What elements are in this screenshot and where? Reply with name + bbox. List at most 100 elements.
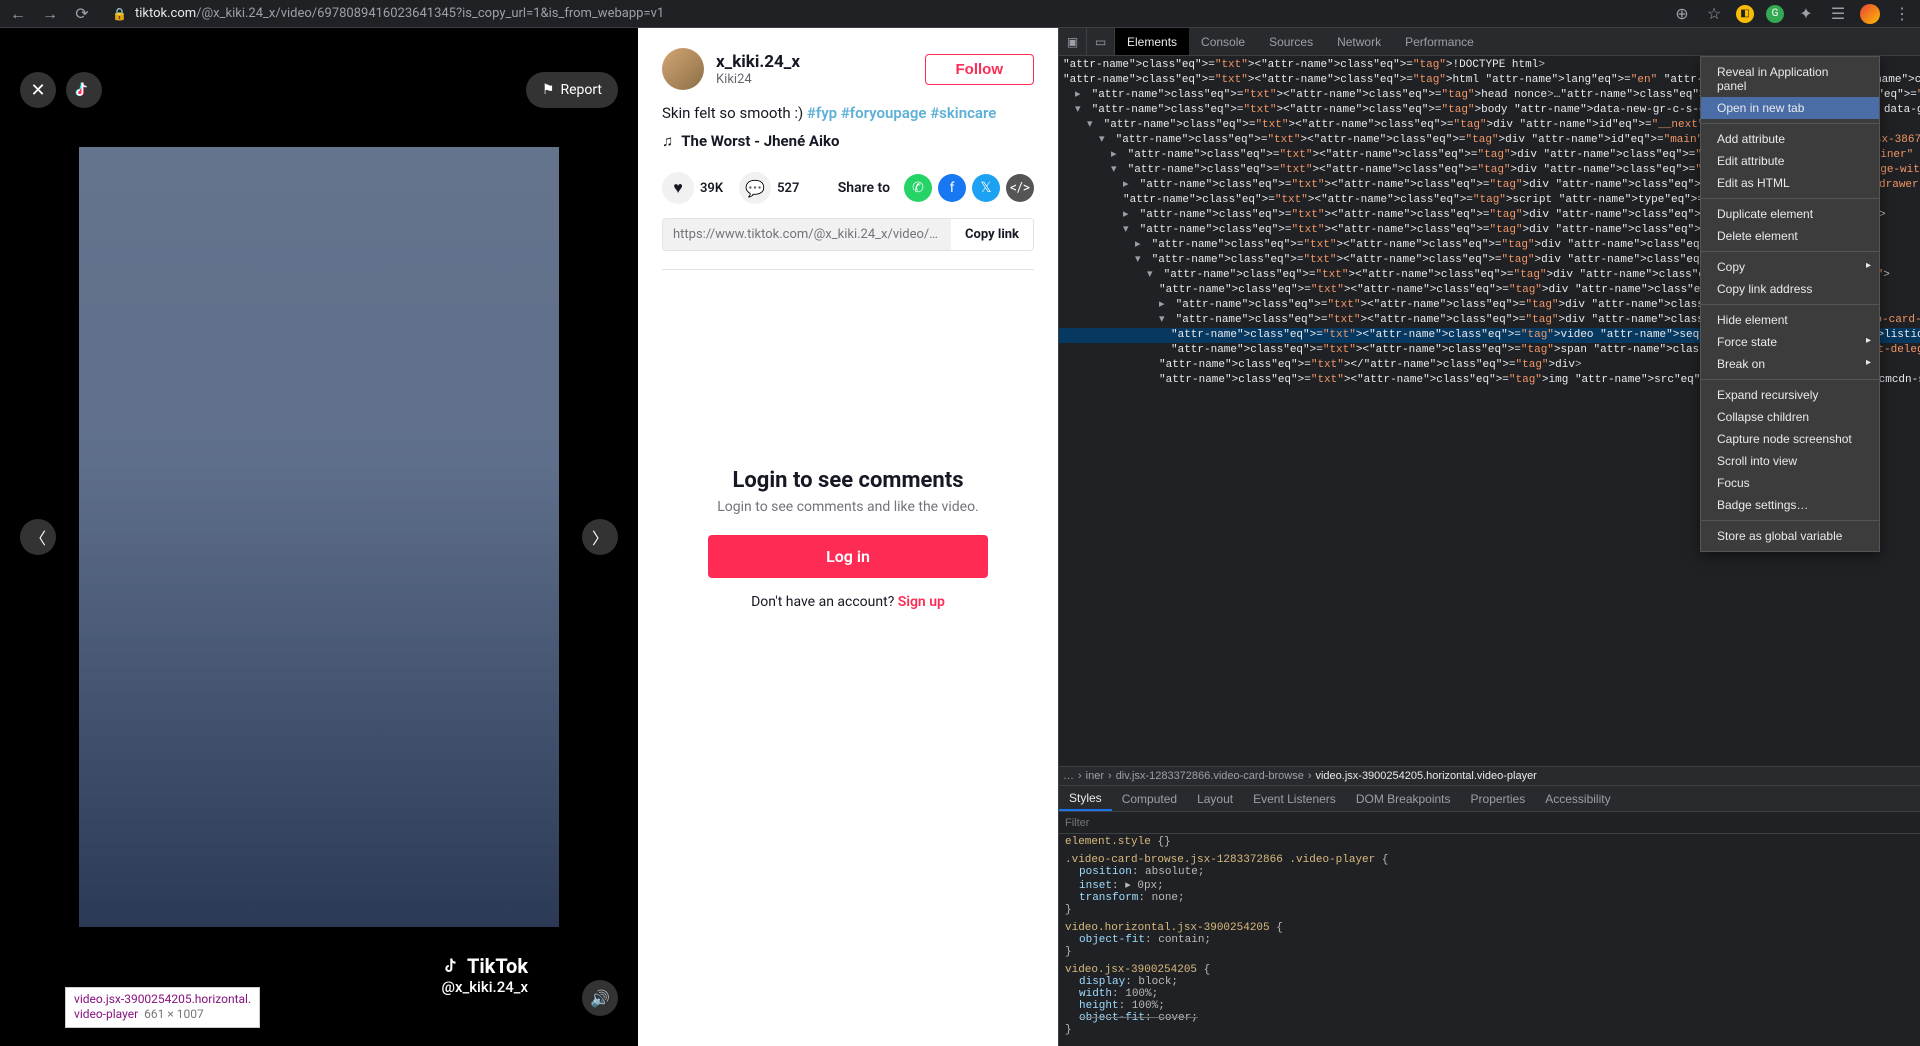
video-caption: Skin felt so smooth :) #fyp #foryoupage … — [662, 104, 1034, 122]
context-menu-item[interactable]: Break on — [1701, 353, 1879, 375]
css-rule[interactable]: video.horizontal.jsx-3900254205 {<style>… — [1065, 922, 1920, 958]
styles-tabs: StylesComputedLayoutEvent ListenersDOM B… — [1059, 786, 1920, 812]
music-row[interactable]: ♫ The Worst - Jhené Aiko — [662, 132, 1034, 150]
comment-button[interactable]: 💬 — [739, 172, 771, 204]
copy-link-row: https://www.tiktok.com/@x_kiki.24_x/vide… — [662, 218, 1034, 251]
video-player[interactable] — [79, 147, 559, 927]
user-handle[interactable]: x_kiki.24_x — [716, 52, 913, 72]
extension-icon-2[interactable]: G — [1766, 5, 1784, 23]
address-bar[interactable]: 🔒 tiktok.com/@x_kiki.24_x/video/69780894… — [104, 3, 1660, 25]
css-rule[interactable]: video.jsx-3900254205 {<style>display: bl… — [1065, 964, 1920, 1036]
context-menu-item[interactable]: Hide element — [1701, 309, 1879, 331]
tiktok-icon — [443, 956, 463, 976]
context-menu-item[interactable]: Edit as HTML — [1701, 172, 1879, 194]
devtools-toolbar: ▣ ▭ ElementsConsoleSourcesNetworkPerform… — [1059, 28, 1920, 56]
breadcrumb-item[interactable]: div.jsx-1283372866.video-card-browse — [1116, 770, 1304, 782]
css-rule[interactable]: element.style {} — [1065, 836, 1920, 848]
context-menu-item[interactable]: Expand recursively — [1701, 384, 1879, 406]
context-menu-item[interactable]: Store as global variable — [1701, 525, 1879, 547]
context-menu-item[interactable]: Duplicate element — [1701, 203, 1879, 225]
context-menu-item[interactable]: Add attribute — [1701, 128, 1879, 150]
styles-tab-properties[interactable]: Properties — [1461, 786, 1536, 811]
reload-button[interactable]: ⟳ — [72, 4, 92, 24]
extension-icon-1[interactable]: ◧ — [1736, 5, 1754, 23]
lock-icon: 🔒 — [112, 7, 127, 21]
browser-toolbar: ← → ⟳ 🔒 tiktok.com/@x_kiki.24_x/video/69… — [0, 0, 1920, 28]
divider — [662, 269, 1034, 270]
login-button[interactable]: Log in — [708, 535, 988, 578]
reading-list-icon[interactable]: ☰ — [1828, 4, 1848, 24]
hashtag[interactable]: #fyp — [807, 104, 837, 122]
url-host: tiktok.com — [135, 6, 196, 21]
devtools-tab-elements[interactable]: Elements — [1115, 28, 1189, 55]
context-menu-item[interactable]: Focus — [1701, 472, 1879, 494]
login-prompt: Login to see comments Login to see comme… — [662, 468, 1034, 610]
install-icon[interactable]: ⊕ — [1672, 4, 1692, 24]
breadcrumb-item[interactable]: video.jsx-3900254205.horizontal.video-pl… — [1315, 770, 1536, 782]
context-menu-separator — [1701, 123, 1879, 124]
styles-filter-row: :hov .cls + ▥ — [1059, 812, 1920, 834]
back-button[interactable]: ← — [8, 4, 28, 24]
music-title: The Worst - Jhené Aiko — [681, 132, 839, 150]
context-menu-item[interactable]: Badge settings… — [1701, 494, 1879, 516]
context-menu-item[interactable]: Capture node screenshot — [1701, 428, 1879, 450]
share-whatsapp-button[interactable]: ✆ — [904, 174, 932, 202]
context-menu-item[interactable]: Edit attribute — [1701, 150, 1879, 172]
context-menu-item[interactable]: Open in new tab — [1701, 97, 1879, 119]
bookmark-icon[interactable]: ☆ — [1704, 4, 1724, 24]
styles-panel: StylesComputedLayoutEvent ListenersDOM B… — [1059, 786, 1920, 1046]
breadcrumb-item[interactable]: iner — [1086, 770, 1104, 782]
styles-tab-styles[interactable]: Styles — [1059, 786, 1112, 811]
menu-icon[interactable]: ⋮ — [1892, 4, 1912, 24]
share-url-field[interactable]: https://www.tiktok.com/@x_kiki.24_x/vide… — [663, 219, 951, 250]
context-menu-item[interactable]: Copy — [1701, 256, 1879, 278]
context-menu-item[interactable]: Copy link address — [1701, 278, 1879, 300]
styles-tab-computed[interactable]: Computed — [1112, 786, 1187, 811]
like-button[interactable]: ♥ — [662, 172, 694, 204]
devtools-tab-performance[interactable]: Performance — [1393, 28, 1486, 55]
styles-tab-dom-breakpoints[interactable]: DOM Breakpoints — [1346, 786, 1461, 811]
toolbar-icons: ⊕ ☆ ◧ G ✦ ☰ ⋮ — [1672, 4, 1912, 24]
watermark-username: @x_kiki.24_x — [442, 978, 528, 996]
styles-rules[interactable]: element.style {} .video-card-browse.jsx-1… — [1059, 834, 1920, 1046]
context-menu-item[interactable]: Force state — [1701, 331, 1879, 353]
video-container: ✕ ⚑ Report TikTok @x_kiki.24_x 〈 〉 🔊 vid… — [0, 28, 638, 1046]
comment-count: 527 — [777, 181, 799, 196]
hashtag[interactable]: #skincare — [930, 104, 996, 122]
user-row: x_kiki.24_x Kiki24 Follow — [662, 48, 1034, 90]
styles-tab-event-listeners[interactable]: Event Listeners — [1243, 786, 1346, 811]
next-video-button[interactable]: 〉 — [582, 519, 618, 555]
share-facebook-button[interactable]: f — [938, 174, 966, 202]
styles-tab-layout[interactable]: Layout — [1187, 786, 1243, 811]
styles-tab-accessibility[interactable]: Accessibility — [1535, 786, 1620, 811]
prev-video-button[interactable]: 〈 — [20, 519, 56, 555]
login-title: Login to see comments — [732, 468, 963, 493]
device-toolbar-button[interactable]: ▭ — [1087, 28, 1115, 56]
inspect-element-button[interactable]: ▣ — [1059, 28, 1087, 56]
context-menu-item[interactable]: Scroll into view — [1701, 450, 1879, 472]
profile-avatar[interactable] — [1860, 4, 1880, 24]
devtools-tab-network[interactable]: Network — [1325, 28, 1393, 55]
share-embed-button[interactable]: </> — [1006, 174, 1034, 202]
inspector-tooltip: video.jsx-3900254205.horizontal.video-pl… — [65, 987, 260, 1028]
hashtag[interactable]: #foryoupage — [841, 104, 927, 122]
devtools-tab-console[interactable]: Console — [1189, 28, 1257, 55]
context-menu-item[interactable]: Collapse children — [1701, 406, 1879, 428]
video-info-panel: x_kiki.24_x Kiki24 Follow Skin felt so s… — [638, 28, 1058, 1046]
share-twitter-button[interactable]: 𝕏 — [972, 174, 1000, 202]
styles-filter-input[interactable] — [1065, 817, 1920, 829]
css-rule[interactable]: .video-card-browse.jsx-1283372866 .video… — [1065, 854, 1920, 916]
breadcrumb-item[interactable]: … — [1063, 770, 1074, 782]
signup-link[interactable]: Sign up — [898, 594, 945, 610]
copy-link-button[interactable]: Copy link — [951, 219, 1033, 250]
forward-button[interactable]: → — [40, 4, 60, 24]
user-avatar[interactable] — [662, 48, 704, 90]
extensions-icon[interactable]: ✦ — [1796, 4, 1816, 24]
follow-button[interactable]: Follow — [925, 54, 1035, 85]
context-menu-item[interactable]: Reveal in Application panel — [1701, 61, 1879, 97]
signup-row: Don't have an account? Sign up — [751, 594, 945, 610]
context-menu-item[interactable]: Delete element — [1701, 225, 1879, 247]
elements-breadcrumb[interactable]: …›iner›div.jsx-1283372866.video-card-bro… — [1059, 766, 1920, 786]
devtools-tab-sources[interactable]: Sources — [1257, 28, 1325, 55]
mute-button[interactable]: 🔊 — [582, 980, 618, 1016]
